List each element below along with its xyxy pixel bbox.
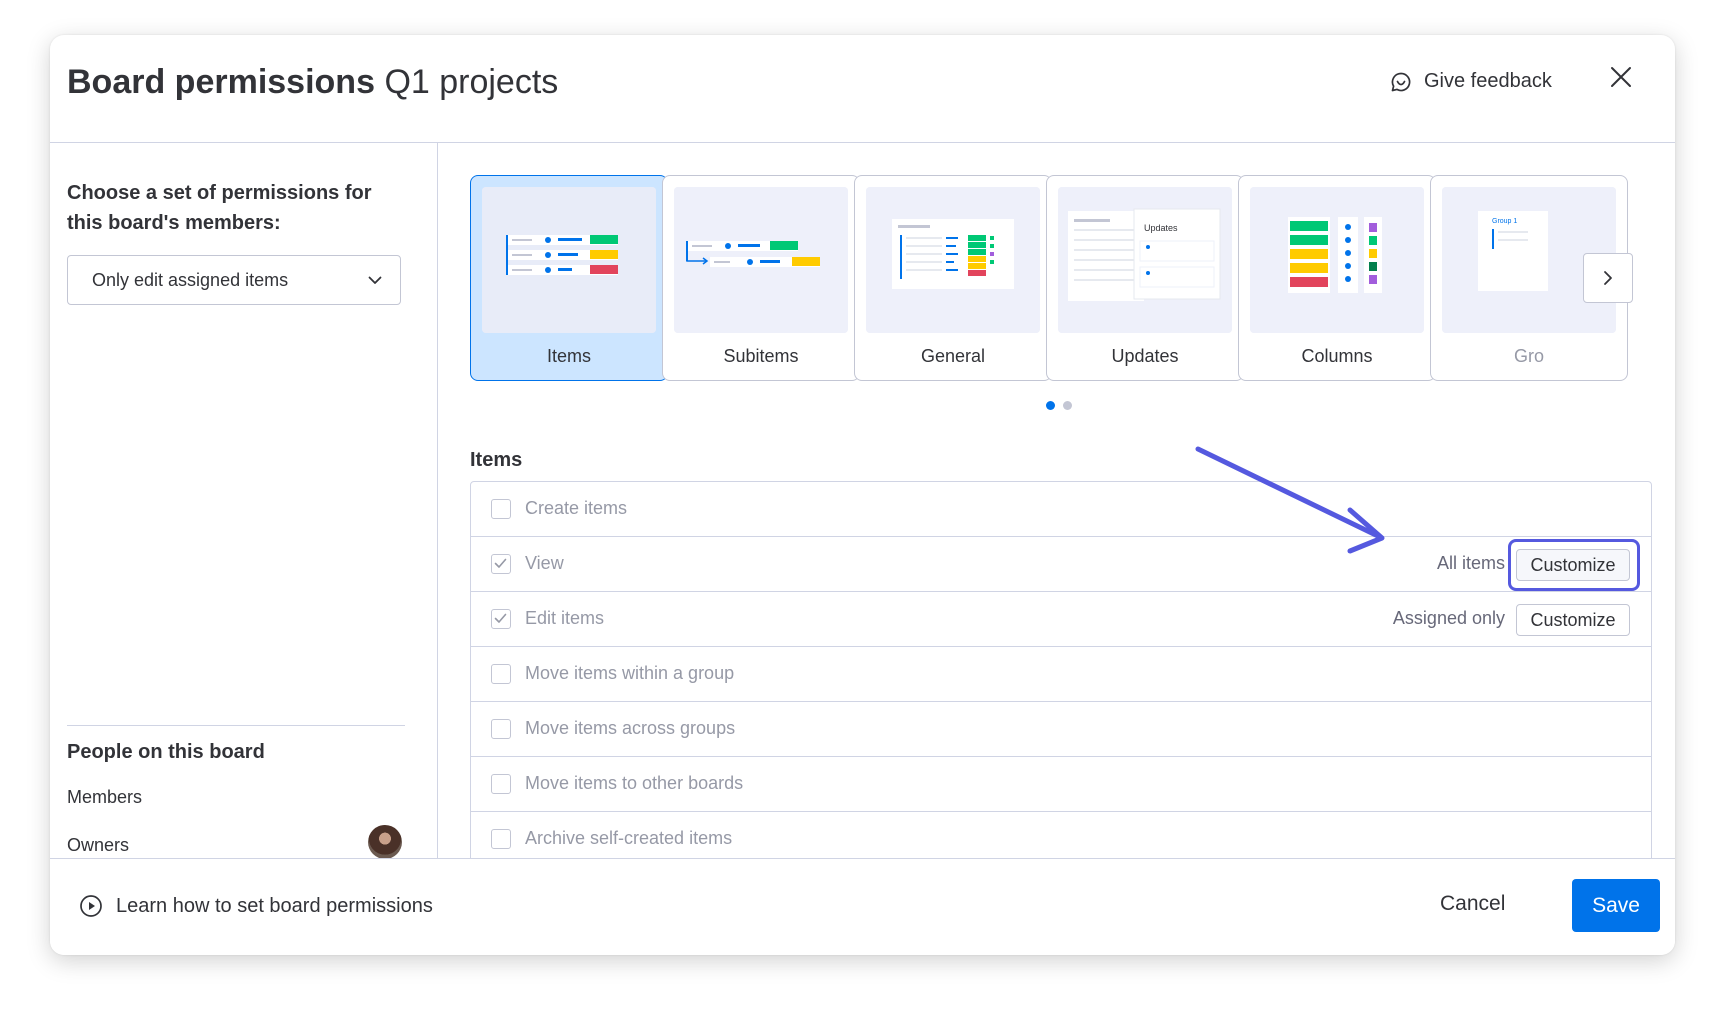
card-label: Items: [546, 346, 591, 366]
checkbox[interactable]: [491, 499, 511, 519]
card-label: Subitems: [723, 346, 799, 366]
chevron-down-icon: [368, 276, 382, 284]
owners-label: Owners: [67, 835, 130, 855]
category-card-general[interactable]: General: [854, 175, 1052, 381]
members-label: Members: [67, 787, 143, 807]
checkbox[interactable]: [491, 719, 511, 739]
permission-row-move-across-groups: Move items across groups: [471, 702, 1651, 757]
checkmark-icon: [494, 558, 507, 568]
permission-label: View: [525, 553, 564, 573]
section-title: Items: [470, 449, 523, 471]
people-on-board-title: People on this board: [67, 741, 265, 763]
groups-thumb-text: Group 1: [1492, 218, 1517, 225]
chat-bubble-icon: [1391, 72, 1411, 91]
checkbox-checked[interactable]: [491, 609, 511, 629]
customize-edit-button[interactable]: Customize: [1516, 604, 1630, 636]
permission-value: Assigned only: [1392, 608, 1505, 628]
permission-row-move-within-group: Move items within a group: [471, 647, 1651, 702]
pagination-dot-1[interactable]: [1046, 401, 1055, 410]
play-circle-icon: [80, 895, 102, 917]
carousel-next-button[interactable]: [1583, 253, 1633, 303]
category-carousel: Items Subitems General Updates Updates C…: [470, 175, 1652, 385]
title-bold: Board permissions: [67, 63, 375, 101]
items-illustration: [482, 187, 656, 333]
learn-label: Learn how to set board permissions: [116, 894, 433, 917]
give-feedback-label: Give feedback: [1424, 70, 1552, 92]
board-name: Q1 projects: [384, 63, 559, 101]
permission-row-edit-items: Edit items Assigned only Customize: [471, 592, 1651, 647]
board-permissions-dialog: Board permissions Q1 projects Give feedb…: [50, 35, 1675, 955]
permission-label: Move items within a group: [525, 663, 735, 683]
owner-avatar[interactable]: [368, 825, 402, 859]
permissions-list: Create items View All items Customize Ed…: [470, 481, 1652, 858]
learn-board-permissions-link[interactable]: Learn how to set board permissions: [79, 894, 433, 918]
card-label: General: [920, 346, 986, 366]
permission-row-create-items: Create items: [471, 482, 1651, 537]
card-label: Updates: [1111, 346, 1179, 366]
permission-row-view: View All items Customize: [471, 537, 1651, 592]
chevron-right-icon: [1604, 271, 1612, 285]
columns-illustration: [1250, 187, 1424, 333]
checkbox[interactable]: [491, 774, 511, 794]
permission-row-archive-self-created: Archive self-created items: [471, 812, 1651, 858]
category-card-updates[interactable]: Updates Updates: [1046, 175, 1244, 381]
dialog-footer: Learn how to set board permissions Cance…: [50, 858, 1675, 955]
carousel-pagination: [1046, 401, 1072, 410]
permission-value: All items: [1436, 553, 1505, 573]
subitems-illustration: [674, 187, 848, 333]
pagination-dot-2[interactable]: [1063, 401, 1072, 410]
choose-permissions-label: Choose a set of permissions for this boa…: [67, 182, 372, 234]
permission-label: Move items across groups: [525, 718, 736, 738]
permission-label: Edit items: [525, 608, 605, 628]
checkbox[interactable]: [491, 664, 511, 684]
updates-illustration: Updates: [1058, 187, 1232, 333]
divider: [67, 725, 405, 726]
checkbox-checked[interactable]: [491, 554, 511, 574]
permission-label: Create items: [525, 498, 628, 518]
updates-thumb-text: Updates: [1144, 223, 1178, 233]
general-illustration: [866, 187, 1040, 333]
permission-row-move-other-boards: Move items to other boards: [471, 757, 1651, 812]
card-label: Columns: [1301, 346, 1373, 366]
customize-view-button[interactable]: Customize: [1516, 549, 1630, 581]
checkbox[interactable]: [491, 829, 511, 849]
close-icon[interactable]: [1610, 66, 1632, 88]
permissions-main: Items Subitems General Updates Updates C…: [438, 143, 1675, 858]
dialog-title: Board permissions Q1 projects: [67, 63, 558, 102]
category-card-items[interactable]: Items: [470, 175, 668, 381]
permissions-sidebar: Choose a set of permissions for this boa…: [50, 143, 438, 859]
save-button[interactable]: Save: [1572, 879, 1660, 932]
checkmark-icon: [494, 613, 507, 623]
card-label: Gro: [1513, 346, 1544, 366]
permission-label: Archive self-created items: [525, 828, 733, 848]
permission-set-dropdown[interactable]: Only edit assigned items: [67, 255, 401, 305]
permission-label: Move items to other boards: [525, 773, 744, 793]
category-card-subitems[interactable]: Subitems: [662, 175, 860, 381]
category-card-columns[interactable]: Columns: [1238, 175, 1436, 381]
cancel-button[interactable]: Cancel: [1440, 892, 1505, 916]
dialog-header: Board permissions Q1 projects Give feedb…: [50, 35, 1675, 143]
give-feedback-button[interactable]: Give feedback: [1390, 70, 1552, 93]
dropdown-value: Only edit assigned items: [92, 269, 289, 290]
